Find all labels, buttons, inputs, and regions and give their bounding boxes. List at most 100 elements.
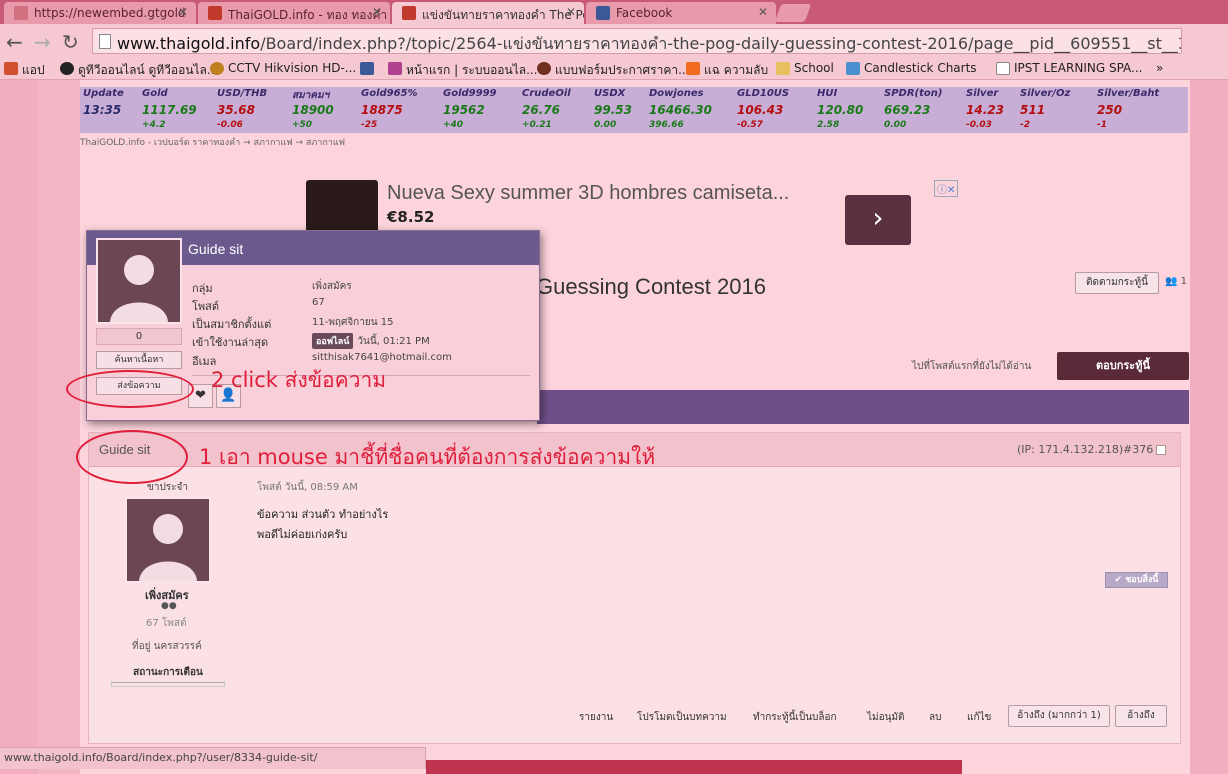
posts-value: 67 (312, 297, 325, 308)
annotation-ring-username (76, 430, 188, 484)
footer-banner (426, 760, 962, 774)
price-ticker: Update 13:35 Gold 1117.69 +4.2 USD/THB 35.68… (80, 87, 1188, 133)
post-body-line: ข้อความ ส่วนตัว ทำอย่างไร (257, 508, 389, 521)
tab-facebook[interactable]: Facebook ✕ (586, 2, 776, 24)
post-ip: (IP: 171.4.132.218) (1017, 443, 1124, 456)
ad-price: €8.52 (387, 208, 435, 226)
bookmark-tv[interactable]: ดูทีวีออนไลน์ ดูทีวีออนไล... (60, 61, 218, 80)
reload-icon[interactable]: ↻ (62, 30, 79, 54)
bookmark-apps[interactable]: แอป (4, 61, 45, 80)
breadcrumb[interactable]: ThaiGOLD.info - เวปบอร์ด ราคาทองคำ → สภา… (80, 135, 345, 149)
tab-label: ThaiGOLD.info - ทอง ทองคำ (228, 8, 388, 22)
group-label: กลุ่ม (192, 282, 213, 295)
blogger-icon (686, 62, 700, 75)
ad-choices-icon[interactable]: ⓘ✕ (934, 180, 959, 197)
bookmark-candlestick[interactable]: Candlestick Charts (846, 61, 977, 75)
follow-topic-button[interactable]: ติดตามกระทู้นี้ (1075, 272, 1159, 294)
quote-button[interactable]: อ้างถึง (1115, 705, 1167, 727)
edit-link[interactable]: แก้ไข (967, 710, 991, 725)
bookmark-school[interactable]: School (776, 61, 834, 75)
like-button[interactable]: ✔ ชอบสิ่งนี้ (1105, 572, 1168, 588)
tv-logo-icon (60, 62, 74, 75)
folder-icon (776, 62, 790, 75)
post-select-checkbox[interactable] (1156, 445, 1166, 455)
forward-arrow-icon[interactable]: → (34, 30, 51, 54)
group-value: เพิ่งสมัคร (312, 281, 352, 292)
bookmarks-bar: แอป ดูทีวีออนไลน์ ดูทีวีออนไล... CCTV Hi… (0, 58, 1228, 80)
ad-title[interactable]: Nueva Sexy summer 3D hombres camiseta... (387, 182, 789, 205)
email-value[interactable]: sitthisak7641@hotmail.com (312, 352, 452, 363)
post-date: โพสต์ วันนี้, 08:59 AM (257, 482, 358, 493)
post-body-line: พอดีไม่ค่อยเก่งครับ (257, 528, 348, 541)
delete-link[interactable]: ลบ (929, 710, 941, 725)
report-link[interactable]: รายงาน (579, 710, 613, 725)
close-tab-icon[interactable]: ✕ (566, 5, 576, 19)
forum-post: Guide sit (IP: 171.4.132.218) #376 ขาประ… (88, 432, 1181, 744)
tab-thaigold[interactable]: ThaiGOLD.info - ทอง ทองคำ ✕ (198, 2, 390, 24)
tab-label: แข่งขันทายราคาทองคำ The Po (422, 8, 584, 22)
right-gutter (1190, 80, 1228, 774)
member-post-count: 67 โพสต์ (146, 618, 187, 629)
page-icon (996, 62, 1010, 75)
rank-pips: ●● (161, 601, 177, 611)
apps-grid-icon (4, 62, 18, 75)
reputation-count: 0 (96, 328, 182, 345)
hovercard-username[interactable]: Guide sit (188, 241, 243, 257)
tab-contest[interactable]: แข่งขันทายราคาทองคำ The Po ✕ (392, 2, 584, 24)
user-silhouette-icon (139, 514, 197, 581)
avatar[interactable] (125, 497, 211, 583)
avatar[interactable] (96, 238, 182, 324)
page-icon (99, 34, 111, 49)
back-arrow-icon[interactable]: ← (6, 30, 23, 54)
joined-label: เป็นสมาชิกตั้งแต่ (192, 318, 272, 331)
url-domain: www.thaigold.info (117, 34, 261, 53)
close-tab-icon[interactable]: ✕ (178, 5, 188, 19)
bookmark-secret[interactable]: แฉ ความลับ (686, 61, 768, 80)
member-location: ที่อยู่ นครสวรรค์ (132, 641, 202, 652)
bookmark-ipst[interactable]: IPST LEARNING SPA... (996, 61, 1142, 75)
reply-topic-button[interactable]: ตอบกระทู้นี้ (1057, 352, 1189, 380)
last-active-label: เข้าใช้งานล่าสุด (192, 336, 269, 349)
tab-strip: https://newembed.gtgold ✕ ThaiGOLD.info … (0, 0, 1228, 24)
facebook-favicon-icon (596, 6, 610, 20)
user-silhouette-icon (110, 255, 168, 322)
annotation-step-1: 1 เอา mouse มาชี้ที่ชื่อคนที่ต้องการส่งข… (199, 445, 656, 469)
status-badge: ออฟไลน์ (312, 333, 354, 349)
new-tab-button[interactable] (774, 4, 812, 22)
la-logo-icon (388, 62, 402, 75)
find-content-button[interactable]: ค้นหาเนื้อหา (96, 351, 182, 369)
close-tab-icon[interactable]: ✕ (372, 5, 382, 19)
posts-label: โพสต์ (192, 300, 220, 313)
make-blog-link[interactable]: ทำกระทู้นี้เป็นบล็อก (753, 710, 837, 725)
close-tab-icon[interactable]: ✕ (758, 5, 768, 19)
joined-value: 11-พฤศจิกายน 15 (312, 317, 394, 328)
tab-label: https://newembed.gtgold (34, 6, 186, 20)
bookmark-cctv[interactable]: CCTV Hikvision HD-... (210, 61, 356, 75)
thaigold-favicon-icon (208, 6, 222, 20)
thaigold-favicon-icon (402, 6, 416, 20)
topic-title: Guessing Contest 2016 (536, 274, 766, 299)
followers-icon: 👥 (1165, 276, 1178, 287)
post-list-header-bar (537, 390, 1189, 424)
unapprove-link[interactable]: ไม่อนุมัติ (867, 710, 905, 725)
address-toolbar: ← → ↻ www.thaigold.info/Board/index.php?… (0, 24, 1228, 58)
bookmark-home[interactable]: หน้าแรก | ระบบออนไล... (388, 61, 538, 80)
post-number-link[interactable]: #376 (1123, 443, 1153, 456)
multiquote-button[interactable]: อ้างถึง (มากกว่า 1) (1008, 705, 1110, 727)
last-active-value: ออฟไลน์ วันนี้, 01:21 PM (312, 333, 430, 349)
first-unread-link[interactable]: ไปที่โพสต์แรกที่ยังไม่ได้อ่าน (912, 359, 1031, 374)
tab-newembed[interactable]: https://newembed.gtgold ✕ (4, 2, 196, 24)
page-favicon-icon (14, 6, 28, 20)
bookmark-form[interactable]: แบบฟอร์มประกาศราคา... (537, 61, 690, 80)
shield-icon (210, 62, 224, 75)
annotation-ring-send-message (66, 370, 194, 408)
promote-link[interactable]: โปรโมตเป็นบทความ (637, 710, 727, 725)
post-body: ข้อความ ส่วนตัว ทำอย่างไร พอดีไม่ค่อยเก่… (257, 505, 388, 545)
url-input[interactable]: www.thaigold.info/Board/index.php?/topic… (92, 28, 1182, 54)
bookmarks-overflow[interactable]: » (1156, 61, 1163, 75)
member-title: ขาประจำ (147, 482, 189, 493)
url-path: /Board/index.php?/topic/2564-แข่งขันทายร… (260, 34, 1181, 53)
ad-next-button[interactable]: › (845, 195, 911, 245)
gold-logo-icon (537, 62, 551, 75)
browser-status-bar: www.thaigold.info/Board/index.php?/user/… (0, 747, 426, 769)
